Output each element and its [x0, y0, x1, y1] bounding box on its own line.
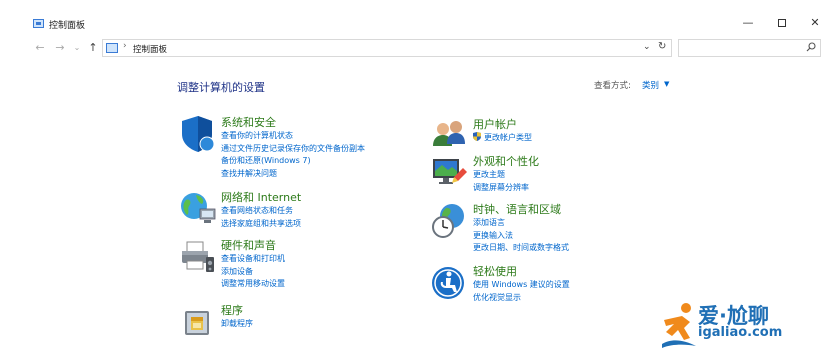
- category-title[interactable]: 网络和 Internet: [221, 189, 301, 205]
- clock-globe-icon[interactable]: [430, 201, 470, 241]
- link-homegroup-sharing[interactable]: 选择家庭组和共享选项: [221, 218, 301, 231]
- link-troubleshoot[interactable]: 查找并解决问题: [221, 168, 365, 181]
- monitor-icon[interactable]: [430, 153, 470, 193]
- runner-logo-icon: [662, 303, 696, 348]
- link-network-status[interactable]: 查看网络状态和任务: [221, 205, 301, 218]
- breadcrumb-control-panel[interactable]: 控制面板: [133, 43, 167, 55]
- link-change-account-type-label[interactable]: 更改帐户类型: [484, 133, 532, 142]
- category-links: 更改主题 调整屏幕分辨率: [473, 169, 529, 194]
- minimize-button[interactable]: —: [733, 14, 763, 32]
- link-file-history-backup[interactable]: 通过文件历史记录保存你的文件备份副本: [221, 143, 365, 156]
- link-change-input-method[interactable]: 更换输入法: [473, 230, 569, 243]
- refresh-button[interactable]: ↻: [658, 41, 666, 52]
- category-title[interactable]: 系统和安全: [221, 114, 276, 130]
- category-title[interactable]: 时钟、语言和区域: [473, 201, 561, 217]
- category-links: 添加语言 更换输入法 更改日期、时间或数字格式: [473, 217, 569, 255]
- link-date-time-format[interactable]: 更改日期、时间或数字格式: [473, 242, 569, 255]
- window-title: 控制面板: [49, 21, 86, 31]
- back-button[interactable]: ←: [33, 41, 47, 54]
- shield-icon[interactable]: [178, 114, 218, 154]
- link-screen-resolution[interactable]: 调整屏幕分辨率: [473, 182, 529, 195]
- category-title[interactable]: 轻松使用: [473, 263, 517, 279]
- category-links: 使用 Windows 建议的设置 优化视觉显示: [473, 279, 570, 304]
- link-backup-restore[interactable]: 备份和还原(Windows 7): [221, 155, 365, 168]
- link-add-device[interactable]: 添加设备: [221, 266, 285, 279]
- category-title[interactable]: 硬件和声音: [221, 237, 276, 253]
- view-by-label: 查看方式:: [594, 81, 631, 91]
- link-mobility-settings[interactable]: 调整常用移动设置: [221, 278, 285, 291]
- link-uninstall-program[interactable]: 卸载程序: [221, 318, 253, 331]
- category-links: 查看你的计算机状态 通过文件历史记录保存你的文件备份副本 备份和还原(Windo…: [221, 130, 365, 180]
- accessibility-icon[interactable]: [430, 263, 470, 303]
- control-panel-location-icon: [106, 43, 118, 53]
- search-input[interactable]: [678, 39, 821, 57]
- link-change-theme[interactable]: 更改主题: [473, 169, 529, 182]
- watermark: 爱·尬聊 igaliao.com: [658, 298, 823, 356]
- category-title[interactable]: 外观和个性化: [473, 153, 539, 169]
- forward-button[interactable]: →: [53, 41, 67, 54]
- link-devices-printers[interactable]: 查看设备和打印机: [221, 253, 285, 266]
- uac-shield-icon: [473, 132, 481, 141]
- link-change-account-type[interactable]: 更改帐户类型: [473, 132, 532, 145]
- control-panel-app-icon: [33, 19, 44, 28]
- address-dropdown-button[interactable]: ⌄: [643, 42, 651, 52]
- category-links: 查看设备和打印机 添加设备 调整常用移动设置: [221, 253, 285, 291]
- users-icon[interactable]: [430, 116, 470, 156]
- category-title[interactable]: 用户帐户: [473, 116, 517, 132]
- recent-locations-button[interactable]: ⌄: [70, 43, 84, 52]
- close-button[interactable]: ✕: [800, 14, 827, 32]
- link-recommended-settings[interactable]: 使用 Windows 建议的设置: [473, 279, 570, 292]
- search-icon[interactable]: [806, 42, 816, 52]
- title-bar: 控制面板 — ✕: [0, 0, 827, 32]
- link-optimize-visual[interactable]: 优化视觉显示: [473, 292, 570, 305]
- category-links: 更改帐户类型: [473, 132, 532, 145]
- link-view-computer-status[interactable]: 查看你的计算机状态: [221, 130, 365, 143]
- category-links: 卸载程序: [221, 318, 253, 331]
- category-title[interactable]: 程序: [221, 302, 243, 318]
- address-bar[interactable]: › 控制面板 ⌄ ↻: [102, 39, 672, 57]
- page-title: 调整计算机的设置: [177, 81, 265, 94]
- breadcrumb-separator[interactable]: ›: [123, 41, 127, 51]
- up-button[interactable]: ↑: [86, 41, 100, 54]
- category-links: 查看网络状态和任务 选择家庭组和共享选项: [221, 205, 301, 230]
- printer-icon[interactable]: [178, 237, 218, 277]
- maximize-icon: [778, 19, 786, 27]
- view-by-caret-icon[interactable]: ▼: [664, 80, 669, 88]
- globe-network-icon[interactable]: [178, 189, 218, 229]
- watermark-url: igaliao.com: [698, 325, 783, 340]
- view-by-dropdown[interactable]: 类别: [642, 79, 659, 91]
- programs-icon[interactable]: [178, 302, 218, 342]
- maximize-button[interactable]: [767, 14, 797, 32]
- link-add-language[interactable]: 添加语言: [473, 217, 569, 230]
- navigation-bar: ← → ⌄ ↑ › 控制面板 ⌄ ↻: [0, 38, 827, 60]
